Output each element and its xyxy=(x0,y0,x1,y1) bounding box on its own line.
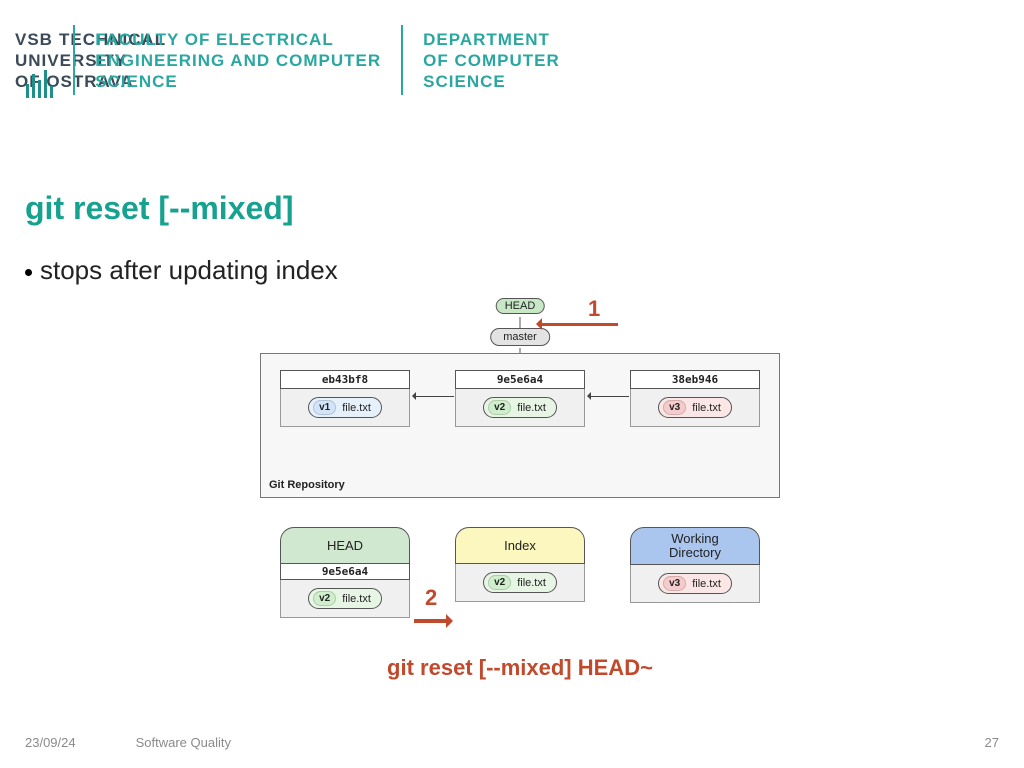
arrow-commit3-to-commit2-icon xyxy=(589,396,629,397)
bullet-text: stops after updating index xyxy=(40,255,338,286)
step-1-arrow-icon xyxy=(540,323,618,326)
head-area-file: file.txt xyxy=(342,593,371,605)
commit-2-file: file.txt xyxy=(517,402,546,414)
faculty-line3: SCIENCE xyxy=(95,72,178,91)
index-area-label: Index xyxy=(455,527,585,564)
arrow-head-to-master-icon xyxy=(520,317,521,328)
step-2-arrow-icon xyxy=(414,619,450,623)
work-area-ver: v3 xyxy=(663,576,686,591)
master-pill: master xyxy=(490,328,550,346)
commit-2-sha: 9e5e6a4 xyxy=(455,370,585,389)
commit-1-ver: v1 xyxy=(313,400,336,415)
commit-1-sha: eb43bf8 xyxy=(280,370,410,389)
footer-course: Software Quality xyxy=(136,735,231,750)
dept-line1: DEPARTMENT xyxy=(423,30,550,49)
slide-title: git reset [--mixed] xyxy=(25,190,293,227)
dept-line3: SCIENCE xyxy=(423,72,506,91)
footer-date: 23/09/24 xyxy=(25,735,76,750)
footer-page: 27 xyxy=(985,735,999,750)
command-caption: git reset [--mixed] HEAD~ xyxy=(260,655,780,681)
bullet-1: stops after updating index xyxy=(25,255,338,286)
repo-label: Git Repository xyxy=(269,479,345,491)
slide-footer: 23/09/24 Software Quality 27 xyxy=(25,735,999,750)
bullet-dot-icon xyxy=(25,269,32,276)
commit-1: eb43bf8 v1 file.txt xyxy=(280,370,410,427)
slide-header: VSBTECHNICAL UNIVERSITY OF OSTRAVA FACUL… xyxy=(15,15,1009,105)
commit-3-sha: 38eb946 xyxy=(630,370,760,389)
dept-line2: OF COMPUTER xyxy=(423,51,560,70)
head-area-label: HEAD xyxy=(280,527,410,564)
index-area: Index v2 file.txt xyxy=(455,527,585,602)
department-block: DEPARTMENT OF COMPUTER SCIENCE xyxy=(401,25,580,95)
head-area: HEAD 9e5e6a4 v2 file.txt xyxy=(280,527,410,618)
work-area-line2: Directory xyxy=(669,545,721,560)
commit-2: 9e5e6a4 v2 file.txt xyxy=(455,370,585,427)
arrow-commit2-to-commit1-icon xyxy=(414,396,454,397)
commit-2-ver: v2 xyxy=(488,400,511,415)
git-reset-diagram: HEAD master 1 Git Repository eb43bf8 v1 f… xyxy=(260,295,780,675)
university-logo: VSBTECHNICAL UNIVERSITY OF OSTRAVA xyxy=(15,25,73,95)
faculty-line2: ENGINEERING AND COMPUTER xyxy=(95,51,381,70)
commit-3-ver: v3 xyxy=(663,400,686,415)
index-area-ver: v2 xyxy=(488,575,511,590)
head-area-sha: 9e5e6a4 xyxy=(280,564,410,580)
step-2-label: 2 xyxy=(425,585,437,611)
commit-3: 38eb946 v3 file.txt xyxy=(630,370,760,427)
vsb-bars-icon xyxy=(26,64,53,98)
head-area-ver: v2 xyxy=(313,591,336,606)
work-area-file: file.txt xyxy=(692,578,721,590)
step-1-label: 1 xyxy=(588,296,600,322)
head-pill: HEAD xyxy=(496,298,545,314)
working-directory-area: WorkingDirectory v3 file.txt xyxy=(630,527,760,603)
commit-1-file: file.txt xyxy=(342,402,371,414)
index-area-file: file.txt xyxy=(517,577,546,589)
commit-3-file: file.txt xyxy=(692,402,721,414)
faculty-line1: FACULTY OF ELECTRICAL xyxy=(95,30,334,49)
work-area-line1: Working xyxy=(671,531,718,546)
faculty-block: FACULTY OF ELECTRICAL ENGINEERING AND CO… xyxy=(73,25,401,95)
vsb-abbrev: VSB xyxy=(15,30,53,49)
